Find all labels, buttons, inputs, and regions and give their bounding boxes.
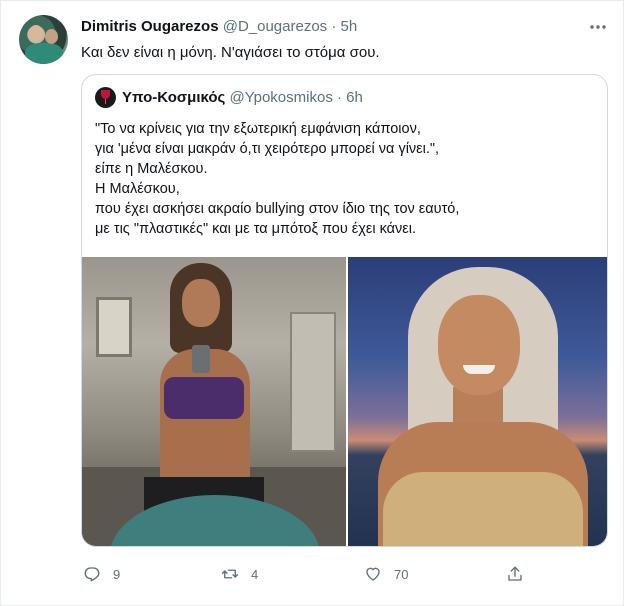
quote-text: "Το να κρίνεις για την εξωτερική εμφάνισ…: [95, 119, 595, 239]
quoted-tweet[interactable]: Υπο-Κοσμικός @Ypokosmikos · 6h "Το να κρ…: [81, 74, 608, 547]
like-count: 70: [394, 566, 409, 582]
photo-top: [383, 472, 583, 546]
reply-count: 9: [113, 566, 121, 582]
quote-line: με τις "πλαστικές" και με τα μπότοξ που …: [95, 221, 416, 237]
more-icon[interactable]: [588, 17, 608, 42]
author-name[interactable]: Dimitris Ougarezos: [81, 18, 219, 35]
wine-glass-icon: [101, 90, 110, 99]
author-avatar[interactable]: [19, 15, 68, 64]
retweet-icon: [221, 569, 239, 579]
reply-button[interactable]: 9: [83, 564, 120, 584]
more-icon-svg: [590, 25, 606, 29]
quote-line: που έχει ασκήσει ακραίο bullying στον ίδ…: [95, 201, 460, 217]
tweet: Dimitris Ougarezos @D_ougarezos · 5h Και…: [0, 0, 624, 606]
gym-selfie-photo[interactable]: [82, 257, 346, 546]
like-button[interactable]: 70: [364, 564, 408, 584]
like-icon: [366, 567, 380, 581]
quote-header: Υπο-Κοσμικός @Ypokosmikos · 6h: [122, 89, 363, 106]
tweet-header: Dimitris Ougarezos @D_ougarezos · 5h: [81, 18, 357, 35]
photo-door: [290, 312, 336, 452]
wine-glass-stem: [105, 99, 106, 104]
action-bar: 9 4 70: [81, 564, 621, 586]
separator-dot: ·: [337, 89, 342, 106]
photo-face: [182, 279, 220, 327]
quote-line: Η Μαλέσκου,: [95, 181, 180, 197]
quote-author-handle[interactable]: @Ypokosmikos: [230, 89, 333, 106]
share-button[interactable]: [506, 564, 524, 584]
quote-author-name[interactable]: Υπο-Κοσμικός: [122, 89, 225, 106]
quote-author-avatar[interactable]: [95, 87, 116, 108]
photo-face: [438, 295, 520, 395]
separator-dot: ·: [331, 18, 337, 35]
quote-line: για 'μένα είναι μακράν ό,τι χειρότερο μπ…: [95, 141, 440, 157]
tweet-time[interactable]: 5h: [341, 18, 358, 35]
photo-smile: [463, 365, 495, 374]
avatar-shirt: [25, 43, 63, 64]
quote-time[interactable]: 6h: [346, 89, 363, 106]
quote-line: είπε η Μαλέσκου.: [95, 161, 208, 177]
photo-window: [96, 297, 132, 357]
avatar-face: [45, 29, 58, 44]
quote-line: "Το να κρίνεις για την εξωτερική εμφάνισ…: [95, 121, 421, 137]
retweet-button[interactable]: 4: [221, 564, 258, 584]
tweet-text: Και δεν είναι η μόνη. Ν'αγιάσει το στόμα…: [81, 44, 380, 61]
avatar-face: [29, 25, 43, 41]
share-icon: [508, 566, 522, 581]
reply-icon: [84, 567, 100, 582]
author-handle[interactable]: @D_ougarezos: [223, 18, 327, 35]
quote-media: [82, 257, 607, 546]
photo-sports-top: [164, 377, 244, 419]
retweet-count: 4: [251, 566, 259, 582]
portrait-photo[interactable]: [348, 257, 607, 546]
photo-phone: [192, 345, 210, 373]
